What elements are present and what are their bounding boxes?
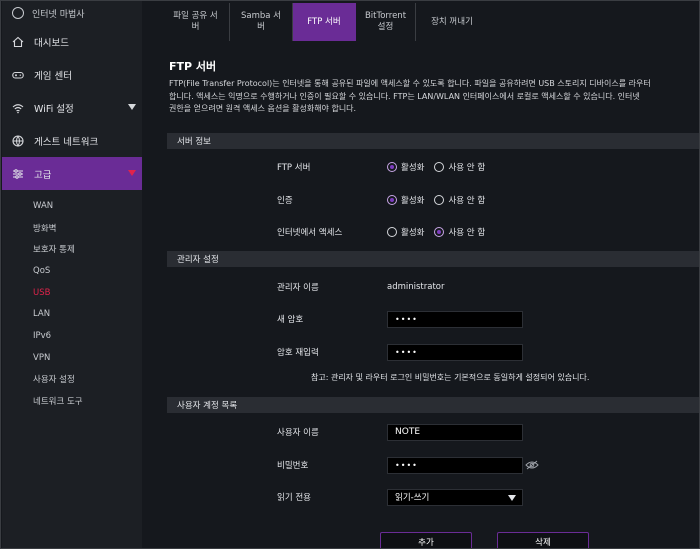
auth-row: 인증 활성화 사용 안 함: [167, 186, 699, 214]
sidebar-item-guest-network[interactable]: 게스트 네트워크: [2, 124, 142, 157]
radio-label: 사용 안 함: [448, 228, 486, 238]
tab-samba-server[interactable]: Samba 서버: [230, 3, 293, 41]
new-password-row: 새 암호 ••••: [167, 305, 699, 333]
chevron-down-icon: [508, 494, 516, 501]
readonly-row: 읽기 전용 읽기-쓰기: [167, 483, 699, 511]
delete-button[interactable]: 삭제: [497, 532, 589, 548]
radio-label: 활성화: [401, 196, 425, 206]
description-line: FTP(File Transfer Protocol)는 인터넷을 통해 공유된…: [169, 79, 651, 88]
radio-checked-icon: [387, 162, 397, 172]
sidebar-item-advanced[interactable]: 고급: [2, 157, 142, 190]
access-mode-select[interactable]: 읽기-쓰기: [387, 488, 523, 506]
gamepad-icon: [12, 71, 24, 79]
tab-file-sharing-server[interactable]: 파일 공유 서버: [162, 3, 230, 41]
sidebar-item-internet-wizard[interactable]: 인터넷 마법사: [2, 1, 142, 25]
user-password-input[interactable]: ••••: [387, 456, 523, 474]
admin-username-row: 관리자 이름 administrator: [167, 273, 699, 301]
sidebar-subitem-vpn[interactable]: VPN: [2, 347, 142, 369]
radio-label: 사용 안 함: [448, 163, 486, 173]
user-username-input[interactable]: NOTE: [387, 423, 523, 441]
description-line: 권한을 얻으려면 원격 액세스 옵션을 활성화해야 합니다.: [169, 104, 357, 113]
description-line: 합니다. 액세스는 익명으로 수행하거나 인증이 필요할 수 있습니다. FTP…: [169, 91, 640, 101]
sidebar-subitem-network-tools[interactable]: 네트워크 도구: [2, 390, 142, 412]
auth-disable-radio[interactable]: 사용 안 함: [434, 194, 485, 206]
sidebar-item-label: WiFi 설정: [34, 103, 74, 115]
user-username-row: 사용자 이름 NOTE: [167, 418, 699, 446]
sidebar-subitem-lan[interactable]: LAN: [2, 303, 142, 325]
admin-username-value: administrator: [387, 282, 445, 292]
sidebar-item-game-center[interactable]: 게임 센터: [2, 58, 142, 91]
sidebar-subitem-parental-control[interactable]: 보호자 통제: [2, 238, 142, 260]
radio-label: 활성화: [401, 163, 425, 173]
confirm-password-label: 암호 재입력: [277, 348, 319, 358]
radio-label: 활성화: [401, 228, 425, 238]
wizard-icon: [12, 7, 24, 19]
confirm-password-input[interactable]: ••••: [387, 343, 523, 361]
user-password-label: 비밀번호: [277, 461, 309, 471]
sidebar-subitem-usb[interactable]: USB: [2, 282, 142, 304]
admin-username-label: 관리자 이름: [277, 283, 319, 293]
sidebar-subitem-ipv6[interactable]: IPv6: [2, 325, 142, 347]
section-header-server-info: 서버 정보: [167, 133, 699, 149]
radio-unchecked-icon: [434, 162, 445, 172]
internet-access-enable-radio[interactable]: 활성화: [387, 226, 424, 238]
sidebar-item-label: 대시보드: [34, 37, 69, 49]
new-password-input[interactable]: ••••: [387, 310, 523, 328]
tab-ftp-server[interactable]: FTP 서버: [293, 3, 356, 41]
internet-access-label: 인터넷에서 액세스: [277, 228, 343, 238]
internet-access-disable-radio[interactable]: 사용 안 함: [434, 226, 485, 238]
home-icon: [12, 36, 24, 47]
section-header-admin-settings: 관리자 설정: [167, 251, 699, 267]
sidebar-subitem-wan[interactable]: WAN: [2, 195, 142, 217]
sidebar-item-label: 인터넷 마법사: [32, 9, 85, 20]
tab-bittorrent-settings[interactable]: BitTorrent 설정: [356, 3, 416, 41]
new-password-label: 새 암호: [277, 315, 304, 325]
sidebar-item-dashboard[interactable]: 대시보드: [2, 25, 142, 58]
sidebar-subitem-qos[interactable]: QoS: [2, 260, 142, 282]
readonly-label: 읽기 전용: [277, 493, 311, 503]
page-description: FTP(File Transfer Protocol)는 인터넷을 통해 공유된…: [169, 78, 699, 116]
ftp-server-enable-radio[interactable]: 활성화: [387, 161, 424, 173]
auth-label: 인증: [277, 196, 293, 206]
ftp-server-label: FTP 서버: [277, 163, 311, 173]
sliders-icon: [13, 168, 23, 179]
sidebar-item-label: 게스트 네트워크: [34, 136, 99, 148]
radio-unchecked-icon: [434, 195, 445, 205]
sidebar-item-label: 게임 센터: [34, 70, 72, 82]
sidebar-subitem-firewall[interactable]: 방화벽: [2, 217, 142, 239]
eye-toggle-icon[interactable]: [525, 460, 539, 470]
radio-checked-icon: [434, 227, 445, 237]
user-password-row: 비밀번호 ••••: [167, 451, 699, 479]
usb-tabs: 파일 공유 서버 Samba 서버 FTP 서버 BitTorrent 설정 장…: [162, 1, 488, 41]
access-mode-value: 읽기-쓰기: [395, 493, 430, 503]
internet-access-row: 인터넷에서 액세스 활성화 사용 안 함: [167, 218, 699, 246]
router-admin-window: 인터넷 마법사 대시보드 게임 센터 WiFi 설정 게스트 네트워크 고급 W…: [0, 0, 700, 549]
user-username-label: 사용자 이름: [277, 428, 319, 438]
ftp-server-row: FTP 서버 활성화 사용 안 함: [167, 153, 699, 181]
sidebar-subitem-user-settings[interactable]: 사용자 설정: [2, 369, 142, 391]
tab-eject-device[interactable]: 장치 꺼내기: [416, 3, 488, 41]
sidebar-item-label: 고급: [34, 169, 52, 181]
globe-icon: [12, 134, 24, 147]
chevron-down-icon[interactable]: [128, 104, 136, 110]
ftp-server-disable-radio[interactable]: 사용 안 함: [434, 161, 485, 173]
radio-checked-icon: [387, 195, 397, 205]
password-note: 참고: 관리자 및 라우터 로그인 비밀번호는 기본적으로 동일하게 설정되어 …: [311, 373, 590, 382]
auth-enable-radio[interactable]: 활성화: [387, 194, 424, 206]
radio-label: 사용 안 함: [448, 196, 486, 206]
chevron-down-icon[interactable]: [128, 170, 136, 176]
radio-unchecked-icon: [387, 227, 397, 237]
wifi-icon: [12, 103, 24, 113]
sidebar-item-wifi[interactable]: WiFi 설정: [2, 91, 142, 124]
confirm-password-row: 암호 재입력 ••••: [167, 338, 699, 366]
add-button[interactable]: 추가: [380, 532, 472, 548]
section-header-user-accounts: 사용자 계정 목록: [167, 397, 699, 413]
page-title: FTP 서버: [169, 60, 217, 73]
main-content: 파일 공유 서버 Samba 서버 FTP 서버 BitTorrent 설정 장…: [142, 1, 699, 548]
sidebar: 인터넷 마법사 대시보드 게임 센터 WiFi 설정 게스트 네트워크 고급 W…: [2, 1, 142, 548]
